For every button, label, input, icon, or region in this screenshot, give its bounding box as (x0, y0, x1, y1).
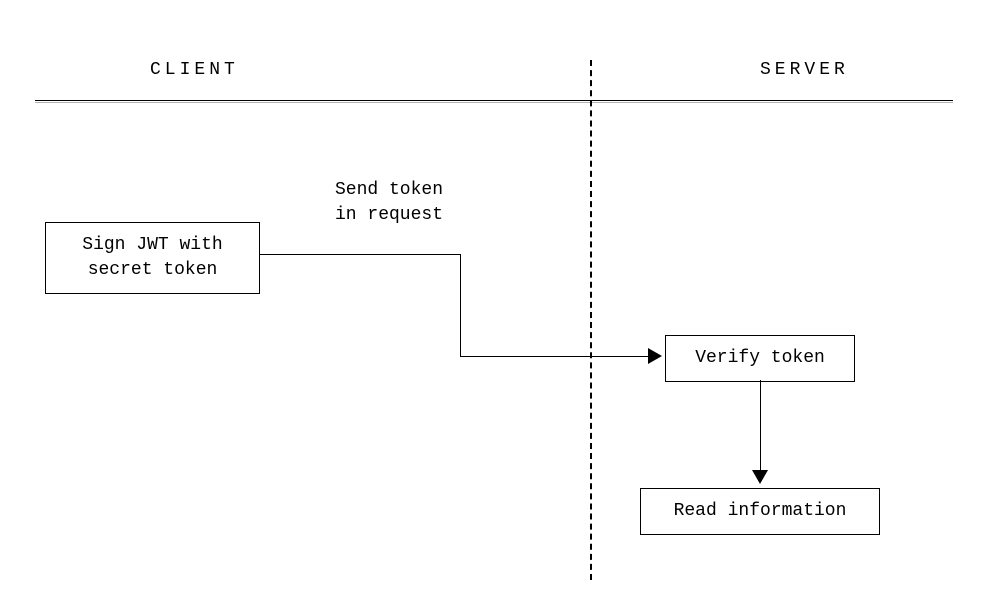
client-header: CLIENT (150, 60, 239, 80)
connector-line (260, 254, 460, 255)
send-token-label: Send tokenin request (335, 178, 443, 228)
sign-jwt-box: Sign JWT withsecret token (45, 222, 260, 294)
arrow-down-icon (752, 470, 768, 484)
verify-token-box: Verify token (665, 335, 855, 382)
server-header: SERVER (760, 60, 849, 80)
connector-line (460, 254, 461, 356)
connector-line (760, 380, 761, 473)
read-information-box: Read information (640, 488, 880, 535)
arrow-right-icon (648, 348, 662, 364)
client-server-divider (590, 60, 592, 580)
connector-line (460, 356, 652, 357)
header-divider (35, 100, 953, 101)
